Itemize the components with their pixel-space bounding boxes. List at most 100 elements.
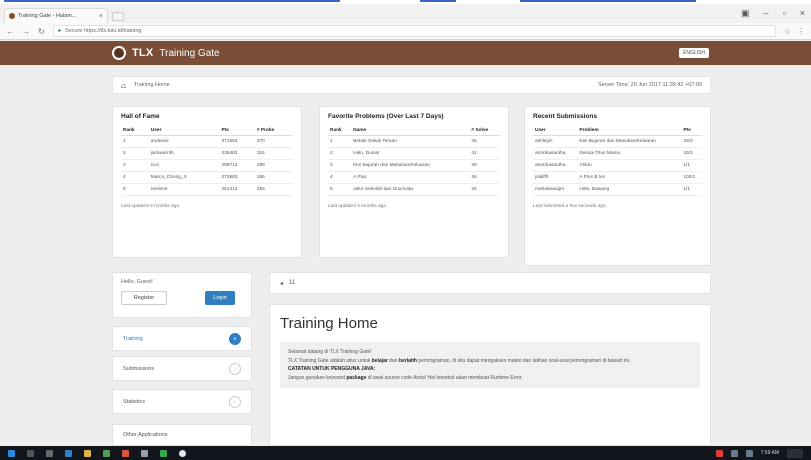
problem-link[interactable]: Ahlan xyxy=(577,159,682,172)
search-icon[interactable] xyxy=(27,449,34,457)
col-header: # Probs xyxy=(254,126,293,136)
problem-link[interactable]: Sesuai Titus Mamu xyxy=(577,147,682,160)
text: TLX Training Gate adalah situs untuk xyxy=(288,357,372,364)
os-taskbar: 7:59 AM xyxy=(0,446,811,460)
cell: 4 xyxy=(121,171,149,184)
tlx-logo-icon xyxy=(112,46,126,60)
user-link[interactable]: andrewc xyxy=(148,135,220,148)
back-icon[interactable]: ← xyxy=(6,27,14,36)
problem-link[interactable]: Bebek Sekali Teman xyxy=(351,135,470,148)
app-icon[interactable] xyxy=(160,449,167,457)
close-tab-icon[interactable]: × xyxy=(99,13,103,20)
edge-icon[interactable] xyxy=(65,449,72,457)
sidebar-item-statistics[interactable]: Statistics › xyxy=(112,389,252,414)
system-tray: 7:59 AM xyxy=(715,448,803,458)
java-note-text: Jangan gunakan keyword package di awal s… xyxy=(288,374,692,383)
language-dropdown[interactable]: ENGLISH xyxy=(679,48,709,58)
chevron-icon: › xyxy=(229,362,241,375)
cell: 100/1 xyxy=(681,171,702,184)
app-icon[interactable] xyxy=(122,449,129,457)
problem-link[interactable]: Kini Bujuran dan Masukan/Keluaran xyxy=(351,159,470,172)
network-icon[interactable] xyxy=(730,449,738,457)
new-tab-button[interactable] xyxy=(112,12,124,21)
text: dan xyxy=(387,357,399,364)
sidebar-item-other-applications[interactable]: Other Applications xyxy=(112,424,252,446)
breadcrumb-label[interactable]: Training Home xyxy=(134,82,170,88)
user-link[interactable]: ammbasantha xyxy=(533,147,578,160)
auth-buttons: Register Login xyxy=(121,291,243,305)
brand-name: TLX xyxy=(132,47,154,59)
cell: 371553 xyxy=(219,135,255,148)
cell: 1/1 xyxy=(681,183,702,196)
bold-text: berlatih xyxy=(398,357,417,364)
menu-dots-icon[interactable]: ⋮ xyxy=(797,27,805,36)
server-time: Server Time: 20 Jun 2017 11:39:42 +07:00 xyxy=(597,82,702,88)
task-view-icon[interactable] xyxy=(46,449,53,457)
card-footer: Last updated 4 months ago xyxy=(121,204,180,209)
user-link[interactable]: Marco_Chong_X xyxy=(148,171,220,184)
cell: 265 xyxy=(254,171,293,184)
windows-start-icon[interactable] xyxy=(8,449,15,457)
cell: 370 xyxy=(254,135,293,148)
favorite-problems-card: Favorite Problems (Over Last 7 Days) Ran… xyxy=(319,106,509,258)
java-note-title: CATATAN UNTUK PENGGUNA JAVA: xyxy=(288,365,692,374)
welcome-text: Selamat datang di TLX Training Gate! xyxy=(288,349,372,355)
reload-icon[interactable]: ↻ xyxy=(38,27,45,36)
sidebar-item-label: Statistics xyxy=(123,398,146,405)
user-link[interactable]: jsaliffh xyxy=(533,171,578,184)
user-link[interactable]: mahasiswajm xyxy=(533,183,578,196)
user-link[interactable]: ricci xyxy=(148,159,220,172)
app-icon[interactable] xyxy=(141,449,148,457)
col-header: Pts xyxy=(681,126,702,136)
problem-link[interactable]: Kini Bujuran dan Masukan/Keluaran xyxy=(577,135,682,148)
user-link[interactable]: revilone xyxy=(148,183,220,196)
volume-icon[interactable] xyxy=(745,449,753,457)
app-icon[interactable] xyxy=(103,449,110,457)
user-link[interactable]: ashleyin xyxy=(533,135,578,148)
home-icon[interactable]: ⌂ xyxy=(121,81,126,90)
minimize-icon[interactable]: – xyxy=(764,8,769,19)
page-title: Training Home xyxy=(280,315,378,332)
folder-icon[interactable] xyxy=(84,449,91,457)
close-window-icon[interactable]: × xyxy=(800,8,805,19)
site-header: TLX Training Gate ENGLISH xyxy=(0,41,811,65)
text: pemrograman, di situ dapat mengakses mat… xyxy=(416,357,631,364)
problem-link[interactable]: Jalur Sekolah dan Dua Kata xyxy=(351,183,470,196)
collapse-arrow-icon[interactable]: ◂ xyxy=(280,280,283,287)
cell: 255 xyxy=(254,183,293,196)
cell: 261313 xyxy=(219,183,255,196)
tray-icon[interactable] xyxy=(715,449,723,457)
sidebar-item-label: Other Applications xyxy=(123,432,168,438)
card-footer: Last updated 3 months ago xyxy=(328,204,387,209)
user-link[interactable]: jackwerrith xyxy=(148,147,220,160)
sidebar-item-submissions[interactable]: Submissions › xyxy=(112,356,252,381)
text: Jangan gunakan keyword xyxy=(288,374,347,381)
login-button[interactable]: Login xyxy=(205,291,235,305)
bold-text: CATATAN UNTUK PENGGUNA JAVA: xyxy=(288,366,376,372)
brand-logo-link[interactable]: TLX Training Gate xyxy=(112,45,220,61)
problem-link[interactable]: A Plus B lus xyxy=(577,171,682,184)
table-row: 4 Marco_Chong_X 272883 265 xyxy=(121,171,293,184)
pager-value[interactable]: 11 xyxy=(289,280,295,286)
notification-icon[interactable] xyxy=(787,448,803,458)
register-button[interactable]: Register xyxy=(121,291,167,305)
problem-link[interactable]: A Plus xyxy=(351,171,470,184)
forward-icon[interactable]: → xyxy=(22,27,30,36)
star-icon[interactable]: ☆ xyxy=(784,27,791,36)
user-link[interactable]: ammbasantha xyxy=(533,159,578,172)
browser-tools: ☆ ⋮ xyxy=(784,27,805,36)
chevron-icon: › xyxy=(229,395,241,408)
browser-tab[interactable]: Training Gate - Halam... × xyxy=(4,8,108,23)
col-header: Name xyxy=(351,126,470,136)
maximize-icon[interactable]: ▫ xyxy=(783,8,786,19)
chrome-icon[interactable] xyxy=(179,449,186,457)
problem-link[interactable]: Halo, Dunia! xyxy=(351,147,470,160)
address-input[interactable]: ● Secure https://tlx.toki.id/training xyxy=(52,25,776,37)
problem-link[interactable]: Halo, Bawang xyxy=(577,183,682,196)
sidebar-item-training[interactable]: Training 0 xyxy=(112,326,252,351)
recent-submissions-table: User Problem Pts ashleyin Kini Bujuran da… xyxy=(533,126,702,196)
col-header: Pts xyxy=(219,126,255,136)
favicon-icon xyxy=(9,13,15,19)
user-icon[interactable]: ▣ xyxy=(741,8,750,19)
table-row: ammbasantha Ahlan 1/1 xyxy=(533,159,702,172)
